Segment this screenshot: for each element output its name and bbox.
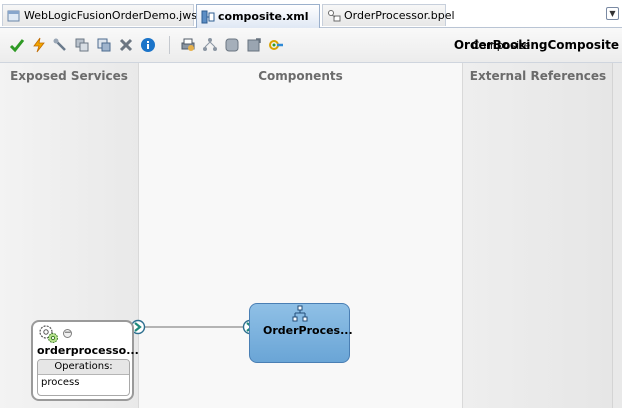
project-icon [7, 9, 21, 23]
composite-canvas[interactable]: Exposed Services Components External Ref… [0, 63, 622, 408]
info-button[interactable] [139, 36, 157, 54]
copy-button[interactable] [73, 36, 91, 54]
group-icon [225, 38, 239, 52]
tab-composite-xml[interactable]: composite.xml [196, 4, 320, 28]
paste-button[interactable] [95, 36, 113, 54]
test-icon [269, 40, 283, 50]
wrench-button[interactable] [51, 36, 69, 54]
print-button[interactable] [179, 36, 197, 54]
tab-list-dropdown[interactable]: ▼ [606, 7, 619, 20]
component-name: OrderProces... [263, 324, 353, 337]
copy-icon [75, 38, 89, 52]
tab-orderprocessor-bpel[interactable]: OrderProcessor.bpel [322, 4, 455, 26]
deploy-button[interactable] [30, 36, 48, 54]
composite-icon [201, 10, 215, 24]
operations-label: Operations: [38, 360, 129, 375]
chevron-down-icon: ▼ [609, 9, 616, 18]
info-icon [141, 38, 155, 52]
test-button[interactable] [267, 36, 285, 54]
tab-label: WebLogicFusionOrderDemo.jws [24, 9, 197, 22]
tab-label: OrderProcessor.bpel [344, 9, 455, 22]
bpel-process-icon [292, 305, 308, 322]
delete-button[interactable] [117, 36, 135, 54]
wrench-icon [53, 38, 66, 51]
layout-icon [203, 38, 217, 51]
refresh-button[interactable] [245, 36, 263, 54]
delete-icon [119, 38, 133, 52]
exposed-service-card[interactable]: − orderprocesso... Operations: process [31, 320, 139, 401]
validate-button[interactable] [8, 36, 26, 54]
tab-label: composite.xml [218, 10, 309, 23]
deploy-icon [33, 37, 45, 53]
composite-toolbar: Composite: OrderBookingComposite [0, 28, 622, 63]
tab-weblogicfusionorderdemo[interactable]: WebLogicFusionOrderDemo.jws [2, 4, 197, 26]
editor-tab-bar: WebLogicFusionOrderDemo.jws composite.xm… [0, 0, 622, 28]
operation-item[interactable]: process [38, 375, 129, 390]
print-icon [181, 38, 195, 51]
bpel-icon [327, 9, 341, 23]
layout-button[interactable] [201, 36, 219, 54]
group-button[interactable] [223, 36, 241, 54]
composite-name: OrderBookingComposite [453, 38, 619, 52]
validate-icon [9, 39, 25, 53]
web-service-gear-icon [39, 325, 58, 343]
refresh-icon [247, 38, 261, 52]
paste-icon [97, 38, 111, 52]
collapse-icon[interactable]: − [63, 329, 72, 338]
operations-box: Operations: process [37, 359, 130, 396]
bpel-component-card[interactable]: OrderProces... [249, 303, 353, 363]
toolbar-separator [169, 36, 170, 54]
service-name: orderprocesso... [37, 344, 139, 357]
